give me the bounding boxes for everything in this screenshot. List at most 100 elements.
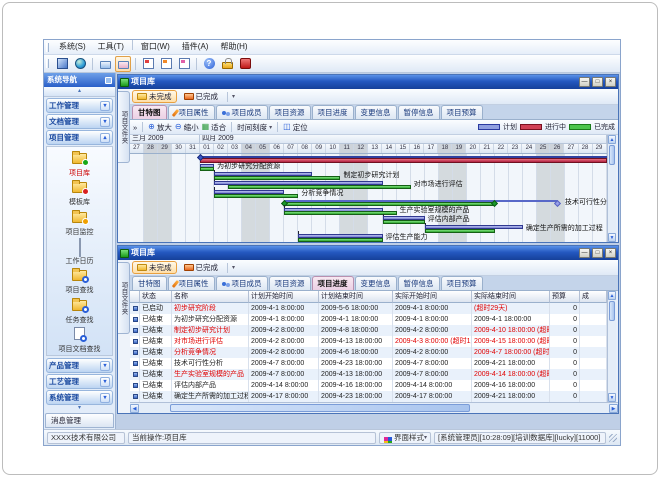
menu-item-4[interactable]: 帮助(H)	[214, 40, 253, 54]
status-style-selector[interactable]: 界面样式▾	[379, 432, 431, 444]
menu-item-1[interactable]: 工具(T)	[92, 40, 130, 54]
gantt-bar-actual[interactable]	[383, 220, 425, 224]
sidebar-scroll-up[interactable]: ▴	[44, 87, 115, 97]
column-header-成[interactable]: 成	[580, 291, 607, 303]
button-缩小[interactable]: ⊖缩小	[175, 122, 199, 133]
tab-甘特图[interactable]: 甘特图	[132, 105, 167, 119]
menu-item-2[interactable]: 窗口(W)	[135, 40, 176, 54]
gantt-bar-actual[interactable]	[200, 167, 214, 171]
table-row[interactable]: 已结束确定生产所需的加工过程2009-4-17 8:00:002009-4-23…	[130, 391, 607, 402]
side-tab-project-folder[interactable]: 项目文件夹	[118, 262, 130, 334]
table-row[interactable]: 已结束评估内部产品2009-4-14 8:00:002009-4-16 18:0…	[130, 380, 607, 391]
button-适合[interactable]: ▦适合	[202, 122, 227, 133]
chevron-down-icon[interactable]: ▾	[100, 361, 110, 371]
sidebar-item-工作日历[interactable]: 工作日历	[47, 238, 112, 267]
column-header-计划开始时间[interactable]: 计划开始时间	[249, 291, 319, 303]
gantt-vertical-scrollbar[interactable]: ▲▼	[607, 135, 616, 242]
window-titlebar[interactable]: 项目库—□×	[118, 75, 618, 89]
tab-项目属性[interactable]: 项目属性	[168, 105, 215, 119]
gantt-bar-inprogress[interactable]	[200, 158, 607, 163]
window-titlebar[interactable]: 项目库—□×	[118, 246, 618, 260]
tab-项目成员[interactable]: 项目成员	[216, 276, 268, 290]
close-button[interactable]: ×	[605, 248, 616, 258]
scroll-up-icon[interactable]: ▲	[608, 135, 616, 144]
tab-项目预算[interactable]: 项目预算	[441, 276, 483, 290]
menu-item-3[interactable]: 插件(A)	[176, 40, 215, 54]
sidebar-group-1[interactable]: 文档管理▾	[46, 114, 113, 129]
table-row[interactable]: 已结束分析竞争情况2009-4-2 8:00:002009-4-6 18:00:…	[130, 347, 607, 358]
pin-icon[interactable]	[105, 77, 112, 84]
chevron-down-icon[interactable]: ▾	[100, 377, 110, 387]
column-header-实际开始时间[interactable]: 实际开始时间	[393, 291, 472, 303]
menubar-drag-handle[interactable]	[46, 43, 49, 52]
tab-项目进度[interactable]: 项目进度	[312, 276, 354, 290]
filter-button-已完成[interactable]: 已完成	[179, 90, 224, 103]
filter-button-未完成[interactable]: 未完成	[132, 261, 177, 274]
maximize-button[interactable]: □	[592, 77, 603, 87]
scroll-up-icon[interactable]: ▲	[608, 291, 616, 300]
tab-暂停信息[interactable]: 暂停信息	[398, 276, 440, 290]
resize-grip[interactable]	[609, 434, 617, 442]
toolbar-button-folder-closed-icon[interactable]	[97, 56, 113, 72]
sidebar-group-5[interactable]: 系统管理▾	[46, 390, 113, 405]
close-button[interactable]: ×	[605, 77, 616, 87]
scroll-right-icon[interactable]: ▶	[609, 404, 618, 413]
gantt-bar-actual[interactable]	[214, 176, 340, 180]
scroll-down-icon[interactable]: ▼	[608, 233, 616, 242]
more-options-icon[interactable]: ▾	[232, 93, 235, 100]
timescale-dropdown[interactable]: 时间刻度▾	[237, 122, 272, 133]
table-row[interactable]: 已结束制定初步研究计划2009-4-2 8:00:002009-4-8 18:0…	[130, 325, 607, 336]
gantt-bar-actual[interactable]	[284, 211, 396, 215]
sidebar-item-项目监控[interactable]: 项目监控	[47, 209, 112, 238]
sidebar-scroll-down[interactable]: ▾	[44, 405, 115, 413]
scrollbar-thumb[interactable]	[609, 145, 615, 165]
sidebar-group-3[interactable]: 产品管理▾	[46, 358, 113, 373]
chevron-up-icon[interactable]: ▴	[100, 133, 110, 143]
tab-甘特图[interactable]: 甘特图	[132, 276, 167, 290]
button-放大[interactable]: ⊕放大	[148, 122, 172, 133]
gantt-bar-actual[interactable]	[284, 202, 494, 206]
tab-项目属性[interactable]: 项目属性	[168, 276, 215, 290]
gantt-bar-actual[interactable]	[298, 238, 382, 242]
gantt-bar-actual[interactable]	[425, 229, 495, 233]
sidebar-group-2[interactable]: 项目管理▴	[46, 130, 113, 145]
toolbar-button-report-red-icon[interactable]	[140, 56, 156, 72]
maximize-button[interactable]: □	[592, 248, 603, 258]
side-tab-project-folder[interactable]: 项目文件夹	[118, 91, 130, 163]
tab-项目进度[interactable]: 项目进度	[312, 105, 354, 119]
sidebar-item-项目查找[interactable]: 项目查找	[47, 267, 112, 296]
sidebar-group-4[interactable]: 工艺管理▾	[46, 374, 113, 389]
minimize-button[interactable]: —	[579, 77, 590, 87]
minimize-button[interactable]: —	[579, 248, 590, 258]
tab-暂停信息[interactable]: 暂停信息	[398, 105, 440, 119]
sidebar-item-项目库[interactable]: 项目库	[47, 150, 112, 179]
column-header-icon[interactable]	[130, 291, 140, 303]
table-row[interactable]: 已结束生产实验室规模的产品2009-4-7 8:00:002009-4-13 1…	[130, 369, 607, 380]
scrollbar-thumb[interactable]	[609, 301, 615, 321]
tab-变更信息[interactable]: 变更信息	[355, 105, 397, 119]
scrollbar-thumb[interactable]	[170, 404, 470, 412]
toolbar-button-folder-open-icon[interactable]	[115, 56, 131, 72]
tab-项目预算[interactable]: 项目预算	[441, 105, 483, 119]
sidebar-group-0[interactable]: 工作管理▾	[46, 98, 113, 113]
gantt-bar-actual[interactable]	[228, 185, 410, 189]
column-header-计划结束时间[interactable]: 计划结束时间	[319, 291, 393, 303]
column-header-预算[interactable]: 预算	[550, 291, 580, 303]
sidebar-item-模板库[interactable]: 模板库	[47, 179, 112, 208]
toolbar-button-help-icon[interactable]: ?	[201, 56, 217, 72]
toolbar-button-report-pink-icon[interactable]	[176, 56, 192, 72]
chevron-down-icon[interactable]: ▾	[100, 101, 110, 111]
column-header-状态[interactable]: 状态	[140, 291, 172, 303]
column-header-名称[interactable]: 名称	[172, 291, 249, 303]
toolbar-button-system-icon[interactable]	[54, 56, 70, 72]
tab-项目成员[interactable]: 项目成员	[216, 105, 268, 119]
toolbar-drag-handle[interactable]	[46, 59, 49, 68]
scroll-down-icon[interactable]: ▼	[608, 393, 616, 402]
menu-item-0[interactable]: 系统(S)	[53, 40, 92, 54]
scroll-left-icon[interactable]: ◀	[130, 404, 139, 413]
sidebar-item-任务查找[interactable]: 任务查找	[47, 296, 112, 325]
more-options-icon[interactable]: ▾	[232, 264, 235, 271]
tab-项目资源[interactable]: 项目资源	[269, 276, 311, 290]
toolbar-button-globe-icon[interactable]	[72, 56, 88, 72]
more-buttons-chevron[interactable]: »	[133, 123, 137, 132]
